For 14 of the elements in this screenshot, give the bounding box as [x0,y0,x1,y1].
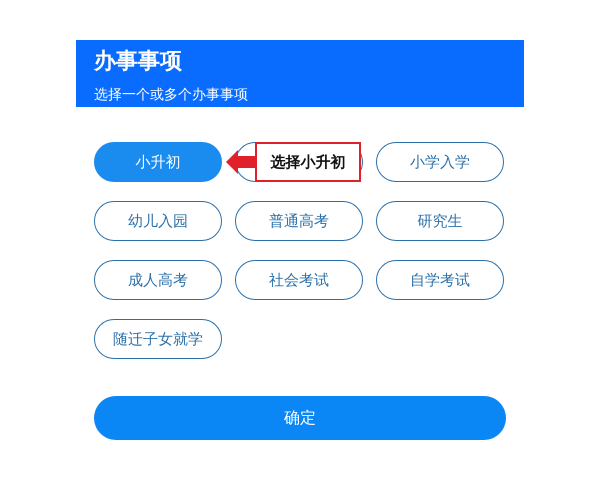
option-button[interactable]: 幼儿入园 [94,201,222,241]
option-button[interactable]: 自学考试 [376,260,504,300]
option-button[interactable]: 成人高考 [94,260,222,300]
option-button[interactable]: 小升初 [94,142,222,182]
page-subtitle: 选择一个或多个办事事项 [94,86,248,104]
page-title: 办事事项 [94,48,182,76]
option-button[interactable]: 小学入学 [376,142,504,182]
option-button[interactable]: 研究生 [376,201,504,241]
annotation-tooltip: 选择小升初 [255,142,361,182]
arrow-pointer-tooltip [226,150,256,174]
option-button[interactable]: 普通高考 [235,201,363,241]
option-button[interactable]: 社会考试 [235,260,363,300]
option-button[interactable]: 随迁子女就学 [94,319,222,359]
confirm-button[interactable]: 确定 [94,396,506,440]
